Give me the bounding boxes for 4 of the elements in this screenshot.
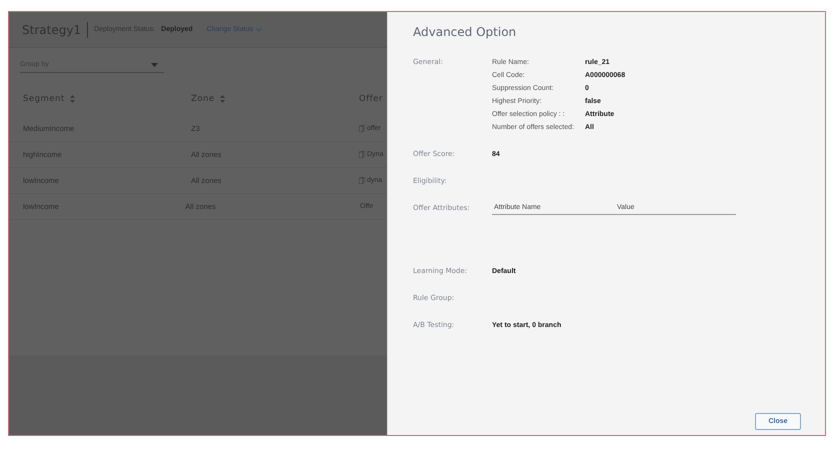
dialog-title: Advanced Option [413,25,518,39]
caret-icon[interactable] [151,62,158,66]
sort-icon[interactable] [70,95,75,103]
sort-icon[interactable] [220,95,225,103]
